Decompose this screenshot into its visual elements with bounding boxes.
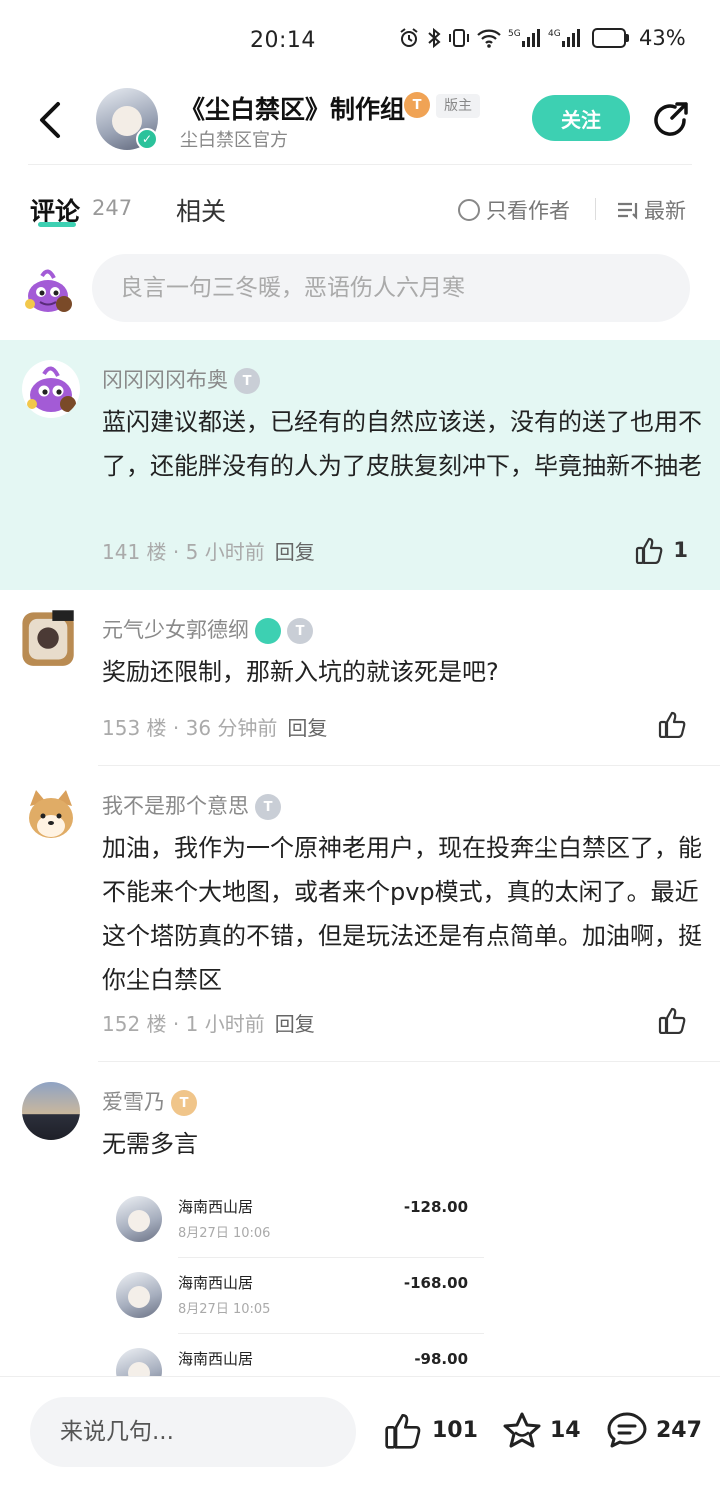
- comment-image[interactable]: 海南西山居 8月27日 10:06 -128.00 海南西山居 8月27日 10…: [112, 1182, 492, 1392]
- level-badge: T: [287, 618, 313, 644]
- my-avatar[interactable]: [22, 264, 74, 316]
- follow-button[interactable]: 关注: [532, 95, 630, 141]
- transaction-avatar: [116, 1196, 162, 1242]
- post-like-button[interactable]: 101: [384, 1411, 478, 1449]
- reply-link[interactable]: 回复: [287, 716, 327, 740]
- sort-label: 最新: [644, 199, 686, 223]
- tab-related[interactable]: 相关: [176, 192, 226, 228]
- transaction-amount: -128.00: [403, 1198, 468, 1216]
- author-subtitle: 尘白禁区官方: [180, 130, 288, 151]
- wifi-icon: [477, 29, 501, 48]
- tab-active-indicator: [38, 222, 76, 227]
- svg-text:5G: 5G: [508, 29, 521, 39]
- transaction-name: 海南西山居: [178, 1274, 254, 1292]
- status-icons: 5G 4G 43%: [398, 26, 686, 50]
- comment-text: 加油，我作为一个原神老用户，现在投奔尘白禁区了，能不能来个大地图，或者来个pvp…: [102, 834, 702, 994]
- transaction-name: 海南西山居: [178, 1350, 254, 1368]
- bottom-comment-input[interactable]: 来说几句...: [30, 1397, 356, 1467]
- comment-meta: 141 楼 · 5 小时前 回复: [102, 540, 315, 564]
- transaction-name: 海南西山居: [178, 1198, 254, 1216]
- star-icon: [503, 1412, 541, 1448]
- bottom-action-bar: 来说几句... 101 14 247: [0, 1376, 720, 1485]
- level-badge: T: [255, 794, 281, 820]
- only-author-toggle[interactable]: 只看作者: [458, 195, 570, 225]
- battery-percent: 43%: [639, 26, 686, 50]
- transaction-amount: -168.00: [403, 1274, 468, 1292]
- author-level-badge: T: [404, 92, 430, 118]
- battery-icon: [592, 28, 629, 48]
- transaction-amount: -98.00: [414, 1350, 468, 1368]
- post-like-count: 101: [432, 1417, 478, 1443]
- comment-tabs: 评论 247 相关 只看作者 最新: [0, 180, 720, 240]
- commenter-name[interactable]: 元气少女郭德纲 T: [102, 614, 313, 644]
- level-badge: T: [171, 1090, 197, 1116]
- favorite-button[interactable]: 14: [502, 1411, 581, 1449]
- commenter-name[interactable]: 我不是那个意思 T: [102, 790, 281, 820]
- comment-item: 元气少女郭德纲 T 奖励还限制，那新入坑的就该死是吧? 153 楼 · 36 分…: [0, 590, 720, 766]
- commenter-avatar[interactable]: [22, 1082, 80, 1140]
- comments-button[interactable]: 247: [606, 1411, 702, 1449]
- commenter-name[interactable]: 爱雪乃 T: [102, 1086, 197, 1116]
- moderator-badge: 版主: [436, 94, 480, 118]
- like-button[interactable]: [658, 710, 688, 738]
- transaction-date: 8月27日 10:06: [178, 1226, 271, 1241]
- signal-5g-icon: 5G: [508, 29, 540, 47]
- like-count: 1: [673, 538, 688, 562]
- sort-icon: [618, 202, 638, 220]
- bluetooth-icon: [428, 27, 441, 49]
- like-button[interactable]: [658, 1006, 688, 1034]
- status-time: 20:14: [250, 28, 316, 53]
- comment-item: 冈冈冈冈布奥 T 蓝闪建议都送，已经有的自然应该送，没有的送了也用不了，还能胖没有…: [0, 340, 720, 590]
- thumbs-up-icon: [658, 711, 686, 738]
- comment-text: 无需多言: [102, 1130, 198, 1158]
- transaction-date: 8月27日 10:05: [178, 1302, 271, 1317]
- comment-text: 蓝闪建议都送，已经有的自然应该送，没有的送了也用不了，还能胖没有的人为了皮肤复刻…: [102, 408, 702, 480]
- comment-meta: 153 楼 · 36 分钟前 回复: [102, 716, 328, 740]
- badge-icon: [255, 618, 281, 644]
- transaction-row: 海南西山居 8月27日 10:06 -128.00: [112, 1182, 492, 1258]
- level-badge: T: [234, 368, 260, 394]
- header-divider: [28, 164, 692, 165]
- tab-separator: [595, 198, 596, 220]
- author-name[interactable]: 《尘白禁区》制作组: [180, 90, 405, 126]
- commenter-avatar[interactable]: [16, 604, 78, 670]
- comment-bubble-icon: [607, 1412, 647, 1448]
- post-header: ✓ 《尘白禁区》制作组 T 版主 尘白禁区官方 关注: [0, 80, 720, 164]
- back-arrow-icon[interactable]: [32, 98, 68, 142]
- comment-input[interactable]: 良言一句三冬暖，恶语伤人六月寒: [92, 254, 690, 322]
- comment-item: 爱雪乃 T 无需多言 海南西山居 8月27日 10:06 -128.00 海南西山…: [0, 1062, 720, 1392]
- tab-comments-count: 247: [92, 196, 133, 220]
- like-button[interactable]: 1: [635, 536, 688, 564]
- comment-item: 我不是那个意思 T 加油，我作为一个原神老用户，现在投奔尘白禁区了，能不能来个大地…: [0, 766, 720, 1062]
- svg-text:4G: 4G: [548, 29, 561, 39]
- comment-meta: 152 楼 · 1 小时前 回复: [102, 1012, 315, 1036]
- reply-link[interactable]: 回复: [275, 540, 315, 564]
- commenter-avatar[interactable]: [22, 360, 80, 418]
- signal-4g-icon: 4G: [548, 29, 580, 47]
- transaction-avatar: [116, 1272, 162, 1318]
- verified-check-icon: ✓: [136, 128, 158, 150]
- only-author-label: 只看作者: [486, 199, 570, 223]
- reply-row: 良言一句三冬暖，恶语伤人六月寒: [0, 254, 720, 324]
- commenter-name[interactable]: 冈冈冈冈布奥 T: [102, 364, 260, 394]
- comment-text: 奖励还限制，那新入坑的就该死是吧?: [102, 658, 499, 686]
- thumbs-up-icon: [385, 1414, 421, 1449]
- thumbs-up-icon: [636, 537, 663, 564]
- reply-link[interactable]: 回复: [275, 1012, 315, 1036]
- radio-unchecked-icon[interactable]: [458, 199, 480, 221]
- alarm-icon: [400, 28, 418, 47]
- vibrate-icon: [449, 29, 469, 47]
- transaction-row: 海南西山居 8月27日 10:05 -168.00: [112, 1258, 492, 1334]
- thumbs-up-icon: [658, 1007, 686, 1034]
- sort-toggle[interactable]: 最新: [616, 195, 686, 225]
- favorite-count: 14: [550, 1417, 581, 1443]
- share-icon[interactable]: [650, 98, 692, 140]
- status-bar: 20:14 5G 4G 43%: [0, 0, 720, 80]
- comment-count: 247: [656, 1417, 702, 1443]
- commenter-avatar[interactable]: [22, 786, 80, 844]
